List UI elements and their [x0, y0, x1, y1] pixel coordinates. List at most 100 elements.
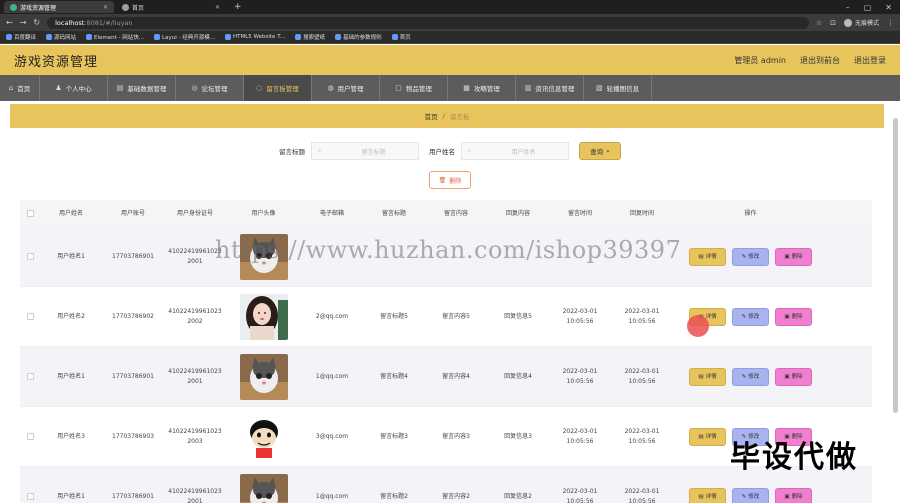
vue-favicon-icon — [10, 3, 17, 11]
col-header[interactable]: 电子邮箱 — [301, 209, 363, 219]
news-icon: ▥ — [524, 84, 532, 92]
col-header[interactable]: 回复内容 — [487, 209, 549, 219]
edit-button[interactable]: ✎ 修改 — [732, 487, 769, 503]
select-all-checkbox[interactable] — [26, 210, 34, 217]
cell-email: 3@qq.com — [315, 432, 349, 440]
bookmark-label: Layui - 经典开源模... — [162, 35, 215, 41]
edit-button[interactable]: ✎ 修改 — [732, 247, 769, 266]
bookmark-icon — [391, 34, 398, 40]
col-header[interactable]: 回复时间 — [611, 209, 673, 219]
bookmark-item[interactable]: 搜索壁纸 — [295, 33, 325, 41]
browser-tab-label: 首页 — [132, 4, 145, 12]
url-field[interactable]: localhost:8081/#/liuyan — [47, 16, 809, 29]
nav-item-carousel[interactable]: ▧ 轮播图信息 — [584, 75, 652, 101]
browser-tab-label: 游戏资源管理 — [20, 4, 57, 12]
col-header[interactable]: 用户身份证号 — [164, 209, 226, 219]
close-tab-icon[interactable]: ✕ — [215, 4, 220, 11]
query-button-label: 查询 — [590, 148, 604, 156]
extension-icon[interactable]: ⊡ — [830, 19, 836, 27]
user-search-input[interactable]: ⌕ 用户姓名 — [461, 142, 569, 160]
page-scrollbar[interactable] — [893, 118, 898, 413]
profile-button[interactable]: 无痕模式 — [843, 18, 879, 27]
cell-user-account: 17703786901 — [112, 252, 154, 260]
nav-item-label: 资讯信息管理 — [535, 85, 575, 93]
row-checkbox[interactable] — [26, 373, 34, 380]
delete-button[interactable]: ▣ 删除 — [775, 487, 812, 503]
star-icon[interactable]: ☆ — [816, 19, 822, 27]
breadcrumb-current: 留言板 — [449, 113, 470, 121]
delete-button[interactable]: ▣ 删除 — [775, 367, 812, 386]
col-header[interactable]: 用户账号 — [102, 209, 164, 219]
breadcrumb-home[interactable]: 首页 — [425, 111, 438, 121]
nav-item-news[interactable]: ▥ 资讯信息管理 — [516, 75, 584, 101]
cell-message-content: 留言内容3 — [442, 432, 470, 440]
bookmark-label: 首页 — [399, 35, 411, 41]
nav-item-forum[interactable]: ◎ 论坛管理 — [176, 75, 244, 101]
detail-button[interactable]: ▤详情 — [689, 247, 726, 266]
admin-user-label: 管理员 admin — [734, 55, 786, 65]
cell-user-account: 17703786903 — [112, 432, 154, 440]
exit-to-frontend-link[interactable]: 退出到前台 — [800, 55, 840, 66]
col-header[interactable]: 用户姓名 — [40, 209, 102, 219]
cell-id-card: 410224199610232003 — [164, 427, 226, 447]
col-header[interactable]: 留言时间 — [549, 209, 611, 219]
detail-button[interactable]: ▤详情 — [689, 487, 726, 503]
delete-button[interactable]: ▣ 删除 — [775, 247, 812, 266]
url-host: localhost — [55, 18, 85, 27]
cell-avatar — [226, 353, 301, 400]
close-window-icon[interactable]: ✕ — [885, 3, 892, 12]
col-header[interactable]: 留言标题 — [363, 209, 425, 219]
reload-icon[interactable]: ↻ — [33, 18, 40, 27]
nav-item-home[interactable]: ⌂ 首页 — [0, 75, 40, 101]
back-icon[interactable]: ← — [6, 18, 13, 27]
edit-button[interactable]: ✎ 修改 — [732, 307, 769, 326]
logout-link[interactable]: 退出登录 — [854, 55, 886, 66]
row-checkbox[interactable] — [26, 493, 34, 500]
nav-item-basic-data[interactable]: ▤ 基础数据管理 — [108, 75, 176, 101]
nav-item-message-board[interactable]: ◌ 留言板管理 — [244, 75, 312, 101]
search-icon: ⌕ — [606, 146, 610, 155]
nav-item-profile[interactable]: ♟ 个人中心 — [40, 75, 108, 101]
box-icon: ▢ — [395, 84, 402, 92]
bookmark-item[interactable]: 基础的参数规则 — [335, 33, 382, 41]
bulk-delete-button[interactable]: 🗑 删除 — [429, 171, 471, 189]
edit-button[interactable]: ✎ 修改 — [732, 367, 769, 386]
maximize-icon[interactable]: ▢ — [864, 3, 872, 12]
cell-id-card: 410224199610232002 — [164, 307, 226, 327]
delete-label: 删除 — [791, 253, 803, 260]
col-header[interactable]: 用户头像 — [226, 209, 301, 219]
row-checkbox[interactable] — [26, 313, 34, 320]
bookmark-item[interactable]: 源码网站 — [46, 33, 76, 41]
bookmark-item[interactable]: 首页 — [391, 33, 411, 41]
bookmark-item[interactable]: Layui - 经典开源模... — [154, 33, 215, 41]
app-title: 游戏资源管理 — [14, 54, 99, 70]
title-search-input[interactable]: ⌕ 留言标题 — [311, 142, 419, 160]
bookmark-item[interactable]: Element - 网站快... — [86, 33, 144, 41]
app-header: 游戏资源管理 管理员 admin 退出到前台 退出登录 — [0, 45, 900, 75]
trash-icon: ▣ — [784, 373, 790, 380]
nav-item-items[interactable]: ▢ 物品管理 — [380, 75, 448, 101]
detail-button[interactable]: ▤详情 — [689, 367, 726, 386]
close-tab-icon[interactable]: ✕ — [103, 4, 108, 11]
row-checkbox[interactable] — [26, 433, 34, 440]
cell-reply-time: 2022-03-01 10:05:56 — [624, 427, 660, 445]
browser-tab[interactable]: 首页 ✕ — [116, 1, 226, 13]
detail-button[interactable]: ▤详情 — [689, 427, 726, 446]
forward-icon[interactable]: → — [20, 18, 27, 27]
minimize-icon[interactable]: – — [846, 3, 850, 12]
detail-label: 详情 — [705, 493, 717, 500]
bookmark-item[interactable]: HTML5 Website T... — [224, 34, 285, 40]
browser-tab-active[interactable]: 游戏资源管理 ✕ — [4, 1, 114, 13]
query-button[interactable]: 查询 ⌕ — [579, 142, 621, 160]
table-row: 用户姓名1 17703786901 410224199610232001 1@qq.c… — [20, 347, 872, 407]
users-icon: ◍ — [327, 84, 334, 92]
delete-button[interactable]: ▣ 删除 — [775, 307, 812, 326]
nav-item-users[interactable]: ◍ 用户管理 — [312, 75, 380, 101]
bookmark-item[interactable]: 百度翻译 — [6, 33, 36, 41]
row-checkbox[interactable] — [26, 253, 34, 260]
document-icon: ▤ — [698, 493, 704, 500]
col-header[interactable]: 留言内容 — [425, 209, 487, 219]
new-tab-icon[interactable]: + — [228, 2, 248, 12]
menu-dots-icon[interactable]: ⋮ — [887, 19, 894, 27]
nav-item-guides[interactable]: ▦ 攻略管理 — [448, 75, 516, 101]
